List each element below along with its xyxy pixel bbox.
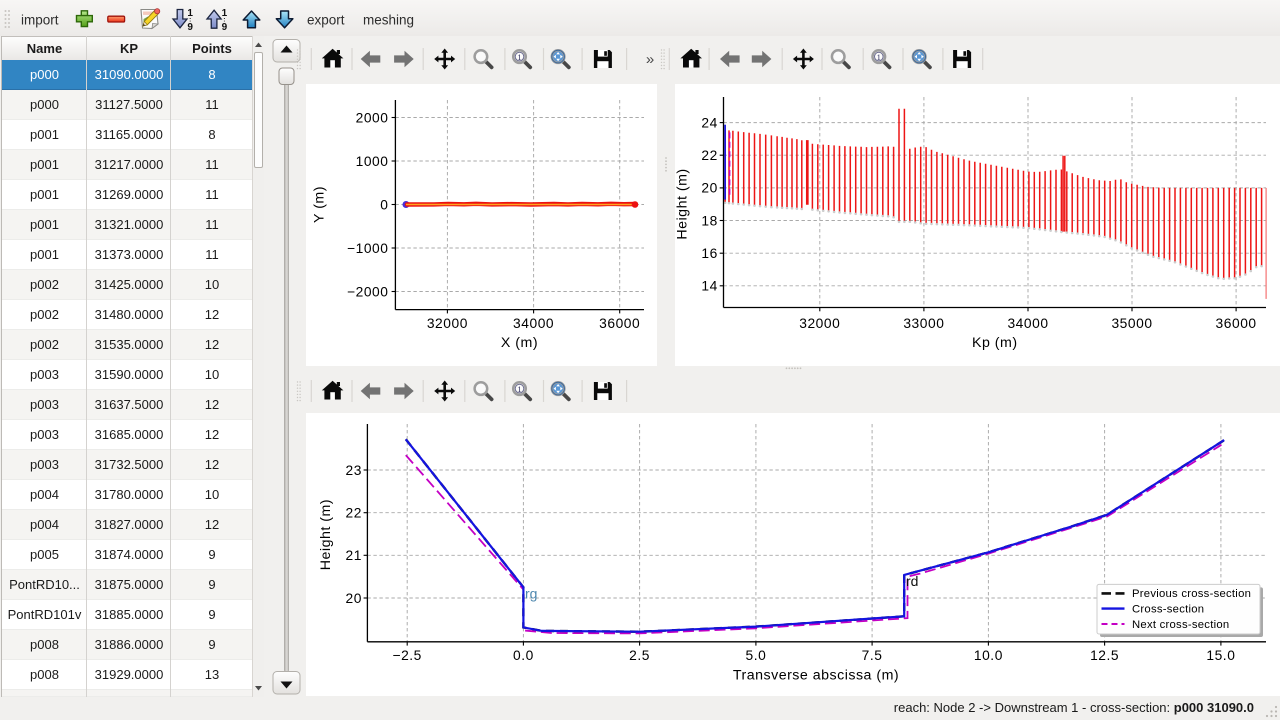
svg-text:20: 20 <box>701 181 717 196</box>
svg-text:12.5: 12.5 <box>1090 648 1119 663</box>
svg-text:1: 1 <box>222 8 228 19</box>
svg-text:meshing: meshing <box>363 13 414 28</box>
svg-text:21: 21 <box>346 548 362 563</box>
svg-text:22: 22 <box>701 148 717 163</box>
svg-text:Cross-section: Cross-section <box>1132 603 1204 615</box>
svg-text:32000: 32000 <box>427 316 468 331</box>
svg-text:1: 1 <box>187 8 193 19</box>
svg-text:36000: 36000 <box>599 316 640 331</box>
svg-text:2.5: 2.5 <box>629 648 650 663</box>
svg-text:rg: rg <box>525 586 537 602</box>
svg-text:9: 9 <box>187 22 193 33</box>
svg-text:23: 23 <box>346 463 362 478</box>
svg-text:−2000: −2000 <box>347 284 389 299</box>
svg-text:Next cross-section: Next cross-section <box>1132 619 1229 631</box>
svg-text:10.0: 10.0 <box>974 648 1003 663</box>
svg-text:22: 22 <box>346 506 362 521</box>
svg-text:Y (m): Y (m) <box>312 186 328 223</box>
svg-text:9: 9 <box>222 22 228 33</box>
svg-text:1000: 1000 <box>356 154 389 169</box>
svg-text:Height (m): Height (m) <box>318 499 334 570</box>
svg-text:14: 14 <box>701 279 717 294</box>
svg-text:0: 0 <box>380 197 388 212</box>
svg-text:−1000: −1000 <box>347 241 389 256</box>
svg-text:import: import <box>21 13 59 28</box>
svg-text:export: export <box>307 13 345 28</box>
svg-text:rd: rd <box>906 573 918 589</box>
svg-text:Transverse abscissa (m): Transverse abscissa (m) <box>733 667 899 683</box>
svg-text:36000: 36000 <box>1216 316 1257 331</box>
svg-text:16: 16 <box>701 246 717 261</box>
svg-text:18: 18 <box>701 213 717 228</box>
svg-text:15.0: 15.0 <box>1206 648 1235 663</box>
svg-text:35000: 35000 <box>1111 316 1152 331</box>
svg-text:Kp (m): Kp (m) <box>972 335 1018 351</box>
svg-text:7.5: 7.5 <box>862 648 883 663</box>
svg-text:33000: 33000 <box>903 316 944 331</box>
svg-text:Previous cross-section: Previous cross-section <box>1132 588 1251 600</box>
svg-text:0.0: 0.0 <box>513 648 534 663</box>
svg-text:X (m): X (m) <box>501 335 538 351</box>
svg-text:24: 24 <box>701 115 717 130</box>
svg-text:32000: 32000 <box>799 316 840 331</box>
svg-text:34000: 34000 <box>1007 316 1048 331</box>
svg-text:5.0: 5.0 <box>745 648 766 663</box>
svg-text:»: » <box>646 51 654 68</box>
svg-text:2000: 2000 <box>356 110 389 125</box>
svg-text:−2.5: −2.5 <box>392 648 421 663</box>
svg-text:34000: 34000 <box>513 316 554 331</box>
svg-text:Height (m): Height (m) <box>675 168 691 239</box>
svg-text:20: 20 <box>346 591 362 606</box>
